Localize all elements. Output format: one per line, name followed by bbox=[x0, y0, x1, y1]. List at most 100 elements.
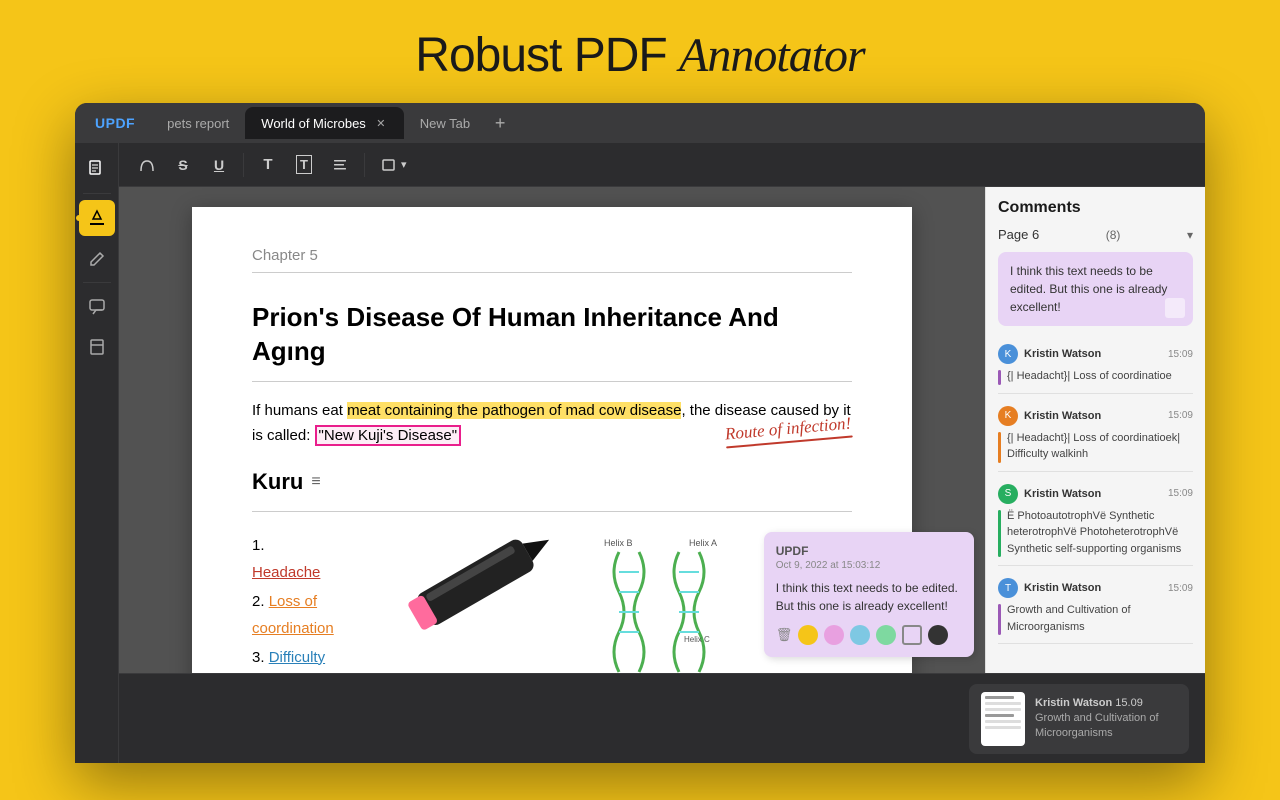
thumb-line-3 bbox=[985, 708, 1021, 711]
item-coordination: Loss of coordination bbox=[252, 593, 334, 637]
comment-text-4: Growth and Cultivation of Microorganisms bbox=[1007, 602, 1193, 635]
sticky-color-blue[interactable] bbox=[850, 625, 870, 645]
sidebar-edit-icon[interactable] bbox=[79, 240, 115, 276]
text-label: T bbox=[263, 156, 272, 173]
sidebar-pages-icon[interactable] bbox=[79, 151, 115, 187]
list-item-1: 1. Headache bbox=[252, 532, 334, 586]
comment-item-4: T Kristin Watson 15:09 Growth and Cultiv… bbox=[998, 570, 1193, 644]
comments-panel: Comments Page 6 (8) ▾ I think this text … bbox=[985, 187, 1205, 673]
preview-title: Growth and Cultivation of Microorganisms bbox=[1035, 711, 1177, 740]
thumb-line-4 bbox=[985, 714, 1014, 717]
sidebar-divider-1 bbox=[83, 193, 111, 194]
toolbar-rect-btn[interactable]: ▾ bbox=[373, 153, 415, 177]
logo-text: UPDF bbox=[95, 115, 135, 131]
toolbar-strikethrough-btn[interactable]: S bbox=[167, 149, 199, 181]
comment-item-3: S Kristin Watson 15:09 Ë PhotoautotrophV… bbox=[998, 476, 1193, 567]
sidebar-comment-icon[interactable] bbox=[79, 289, 115, 325]
tab-label: World of Microbes bbox=[261, 116, 366, 131]
tab-pets-report[interactable]: pets report bbox=[151, 107, 245, 139]
list-items: 1. Headache 2. Loss of coordination 3. D… bbox=[252, 532, 334, 673]
sticky-square-btn[interactable] bbox=[902, 625, 922, 645]
app-title: Robust PDF Annotator bbox=[0, 28, 1280, 83]
content-row: 1. Headache 2. Loss of coordination 3. D… bbox=[252, 532, 852, 673]
sticky-color-yellow[interactable] bbox=[798, 625, 818, 645]
tab-add-button[interactable]: + bbox=[486, 109, 514, 137]
pdf-heading-kuru: Kuru ≡ bbox=[252, 469, 321, 495]
comment-text-3: Ë PhotoautotrophVë Synthetic heterotroph… bbox=[1007, 508, 1193, 558]
rect-dropdown-icon: ▾ bbox=[401, 158, 407, 171]
tab-new-tab[interactable]: New Tab bbox=[404, 107, 486, 139]
thumb-line-5 bbox=[985, 720, 1021, 723]
comment-name-4: Kristin Watson bbox=[1024, 582, 1101, 594]
page-badge: Page 6 (8) ▾ bbox=[998, 227, 1193, 242]
toolbar-align-btn[interactable] bbox=[324, 149, 356, 181]
sticky-trash-icon[interactable]: 🗑 bbox=[776, 627, 793, 643]
comment-time-4: 15:09 bbox=[1168, 583, 1193, 594]
pdf-viewer[interactable]: Chapter 5 Prion's Disease Of Human Inher… bbox=[119, 187, 985, 673]
page-label: Page 6 bbox=[998, 227, 1039, 242]
sidebar-bookmark-icon[interactable] bbox=[79, 329, 115, 365]
toolbar-text-btn[interactable]: T bbox=[252, 149, 284, 181]
dna-illustration: Helix B Helix A bbox=[594, 532, 744, 673]
comment-time-2: 15:09 bbox=[1168, 410, 1193, 421]
comment-bar-3 bbox=[998, 510, 1001, 558]
comment-name-3: Kristin Watson bbox=[1024, 488, 1101, 500]
marker-svg bbox=[370, 499, 598, 673]
sidebar-highlight-icon[interactable] bbox=[79, 200, 115, 236]
sticky-text: I think this text needs to be edited. Bu… bbox=[776, 579, 962, 615]
svg-text:Helix C: Helix C bbox=[684, 635, 710, 644]
left-sidebar bbox=[75, 143, 119, 763]
toolbar-sep-1 bbox=[243, 153, 244, 177]
toolbar-textbox-btn[interactable]: T bbox=[288, 149, 320, 181]
comment-author-1: K Kristin Watson 15:09 bbox=[998, 344, 1193, 364]
pdf-heading-1: Prion's Disease Of Human Inheritance And… bbox=[252, 301, 852, 369]
chapter-label: Chapter 5 bbox=[252, 247, 852, 264]
kuru-icon: ≡ bbox=[311, 473, 320, 491]
comment-author-3: S Kristin Watson 15:09 bbox=[998, 484, 1193, 504]
content-comments: Chapter 5 Prion's Disease Of Human Inher… bbox=[119, 187, 1205, 673]
comment-name-2: Kristin Watson bbox=[1024, 410, 1101, 422]
sticky-date: Oct 9, 2022 at 15:03:12 bbox=[776, 560, 962, 571]
list-item-3: 3. Difficulty walking bbox=[252, 644, 334, 673]
sidebar-divider-2 bbox=[83, 282, 111, 283]
comment-avatar-4: T bbox=[998, 578, 1018, 598]
dna-svg: Helix B Helix A bbox=[594, 532, 744, 673]
page-expand-icon[interactable]: ▾ bbox=[1187, 228, 1193, 242]
thumb-line-2 bbox=[985, 702, 1021, 705]
tab-world-of-microbes[interactable]: World of Microbes ✕ bbox=[245, 107, 404, 139]
strikethrough-label: S bbox=[178, 157, 187, 173]
kuru-label: Kuru bbox=[252, 469, 303, 495]
comment-time-3: 15:09 bbox=[1168, 488, 1193, 499]
svg-text:Helix B: Helix B bbox=[604, 538, 633, 548]
comment-bar-4 bbox=[998, 604, 1001, 635]
tab-bar: UPDF pets report World of Microbes ✕ New… bbox=[75, 103, 1205, 143]
content-area: S U T T bbox=[119, 143, 1205, 763]
sticky-color-green[interactable] bbox=[876, 625, 896, 645]
toolbar-arch-btn[interactable] bbox=[131, 149, 163, 181]
comment-body-2: {| Headacht}| Loss of coordinatioek| Dif… bbox=[998, 430, 1193, 463]
sticky-color-pink[interactable] bbox=[824, 625, 844, 645]
toolbar-underline-btn[interactable]: U bbox=[203, 149, 235, 181]
active-indicator bbox=[76, 215, 82, 221]
tab-label: New Tab bbox=[420, 116, 470, 131]
sticky-color-dark[interactable] bbox=[928, 625, 948, 645]
active-comment[interactable]: I think this text needs to be edited. Bu… bbox=[998, 252, 1193, 326]
item-walking: Difficulty walking bbox=[252, 649, 325, 673]
preview-author: Kristin Watson 15.09 bbox=[1035, 697, 1177, 709]
thumb-line-6 bbox=[985, 726, 1021, 729]
comment-item-1: K Kristin Watson 15:09 {| Headacht}| Los… bbox=[998, 336, 1193, 394]
comment-bar-2 bbox=[998, 432, 1001, 463]
preview-card[interactable]: Kristin Watson 15.09 Growth and Cultivat… bbox=[969, 684, 1189, 754]
comment-avatar-2: K bbox=[998, 406, 1018, 426]
underline-label: U bbox=[214, 157, 224, 173]
preview-author-time: 15.09 bbox=[1115, 697, 1143, 709]
bottom-bar: Kristin Watson 15.09 Growth and Cultivat… bbox=[119, 673, 1205, 763]
list-item-2: 2. Loss of coordination bbox=[252, 588, 334, 642]
pdf-page: Chapter 5 Prion's Disease Of Human Inher… bbox=[192, 207, 912, 673]
comment-body-4: Growth and Cultivation of Microorganisms bbox=[998, 602, 1193, 635]
sticky-note[interactable]: UPDF Oct 9, 2022 at 15:03:12 I think thi… bbox=[764, 532, 974, 657]
comment-body-3: Ë PhotoautotrophVë Synthetic heterotroph… bbox=[998, 508, 1193, 558]
comment-author-4: T Kristin Watson 15:09 bbox=[998, 578, 1193, 598]
marker-illustration bbox=[354, 532, 574, 652]
tab-close-icon[interactable]: ✕ bbox=[374, 116, 388, 130]
